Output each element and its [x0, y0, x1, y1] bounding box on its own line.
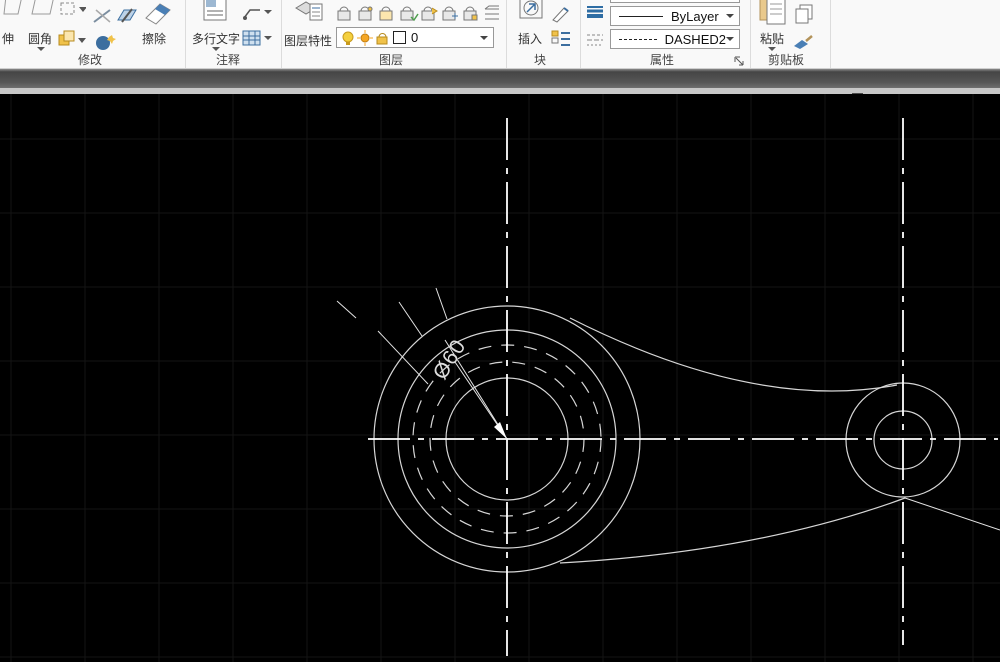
- solid-line-sample: [619, 16, 663, 17]
- sun-icon: [357, 30, 373, 46]
- construction-line[interactable]: [905, 498, 1000, 530]
- color-select[interactable]: [610, 0, 740, 3]
- panel-label-modify[interactable]: 修改: [40, 53, 140, 68]
- edit-attribute-icon[interactable]: [551, 5, 571, 23]
- dashed-line-sample: [619, 39, 657, 40]
- current-layer-name: 0: [411, 30, 418, 45]
- lock-icon: [374, 30, 390, 46]
- drawing-area[interactable]: Ø60: [0, 94, 1000, 662]
- divider: [281, 0, 282, 68]
- layer-properties-icon[interactable]: [294, 0, 324, 26]
- layer-tools-icons[interactable]: [336, 5, 502, 23]
- lineweight-value: ByLayer: [671, 9, 719, 24]
- ribbon-canvas-divider: [0, 69, 1000, 88]
- fillet-dropdown-icon[interactable]: [37, 47, 45, 51]
- copy-icon[interactable]: [794, 4, 814, 24]
- stretch-button[interactable]: 伸: [2, 30, 14, 47]
- linetype-icon[interactable]: [585, 32, 605, 50]
- panel-label-annotate[interactable]: 注释: [178, 53, 278, 68]
- divider: [830, 0, 831, 68]
- cad-drawing[interactable]: Ø60: [0, 94, 1000, 662]
- construction-line[interactable]: [337, 301, 356, 318]
- linetype-value: DASHED2: [665, 32, 726, 47]
- lineweight-select[interactable]: ByLayer: [610, 6, 740, 26]
- leader-icon[interactable]: [242, 4, 262, 22]
- mtext-button[interactable]: 多行文字: [192, 30, 240, 47]
- insert-button[interactable]: 插入: [518, 30, 542, 47]
- panel-label-block[interactable]: 块: [490, 53, 590, 68]
- mtext-icon[interactable]: [203, 0, 229, 22]
- table-icon[interactable]: [242, 30, 262, 48]
- blend-icon[interactable]: [94, 34, 118, 52]
- construction-line[interactable]: [436, 288, 447, 319]
- divider: [580, 0, 581, 68]
- table-dropdown-icon[interactable]: [264, 36, 272, 40]
- lineweight-icon[interactable]: [585, 4, 605, 22]
- linetype-dropdown-icon[interactable]: [726, 37, 734, 41]
- layer-select[interactable]: 0: [336, 27, 494, 48]
- fillet-button[interactable]: 圆角: [28, 30, 52, 47]
- construction-line[interactable]: [399, 302, 422, 336]
- ribbon: 伸 圆角 擦除 修改: [0, 0, 1000, 69]
- bulb-icon: [340, 30, 356, 46]
- paste-icon[interactable]: [758, 0, 788, 26]
- tangent-curve[interactable]: [560, 498, 905, 563]
- tangent-curve[interactable]: [570, 318, 897, 391]
- layer-properties-button[interactable]: 图层特性: [284, 32, 332, 49]
- construction-line[interactable]: [378, 331, 428, 384]
- paste-button[interactable]: 粘贴: [760, 30, 784, 47]
- array-icon[interactable]: [58, 30, 86, 48]
- mtext-dropdown-icon[interactable]: [212, 47, 220, 51]
- panel-label-properties[interactable]: 属性: [612, 53, 712, 68]
- trim-icon[interactable]: [92, 6, 114, 26]
- panel-label-clipboard[interactable]: 剪贴板: [736, 53, 836, 68]
- leader-arrowhead: [494, 422, 507, 439]
- hatch-edit-icon[interactable]: [116, 6, 138, 26]
- erase-icon[interactable]: [138, 0, 174, 26]
- layer-color-swatch: [393, 31, 406, 44]
- leader-dropdown-icon[interactable]: [264, 10, 272, 14]
- stretch-icon: [2, 0, 60, 16]
- panel-label-layers[interactable]: 图层: [341, 53, 441, 68]
- rectangle-tool-icon[interactable]: [60, 2, 86, 18]
- linetype-select[interactable]: DASHED2: [610, 29, 740, 49]
- insert-icon[interactable]: [518, 0, 546, 24]
- erase-button[interactable]: 擦除: [142, 30, 166, 47]
- layer-select-dropdown-icon[interactable]: [480, 36, 488, 40]
- format-painter-icon[interactable]: [792, 32, 814, 50]
- attribute-list-icon[interactable]: [550, 29, 572, 49]
- paste-dropdown-icon[interactable]: [768, 47, 776, 51]
- lineweight-dropdown-icon[interactable]: [726, 14, 734, 18]
